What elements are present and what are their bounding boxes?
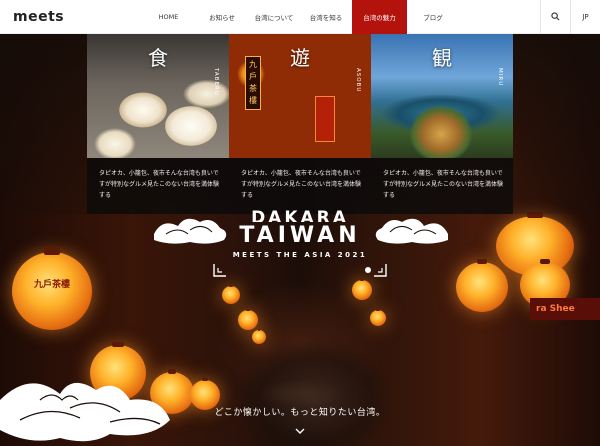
hero-subtitle: MEETS THE ASIA 2021 — [232, 251, 368, 259]
language-button[interactable]: JP — [570, 0, 600, 34]
card-romaji: MIRU — [497, 68, 503, 87]
lantern-center-1 — [222, 284, 240, 304]
nav-item-charm[interactable]: 台湾の魅力 — [352, 0, 407, 34]
card-romaji: ASOBU — [355, 68, 361, 93]
hero-tagline: どこか懐かしい。もっと知りたい台湾。 — [214, 408, 386, 418]
card-kanji: 遊 — [290, 46, 310, 70]
card-romaji: TABERU — [213, 68, 219, 96]
nav-item-news[interactable]: お知らせ — [196, 0, 248, 34]
card-asobu-redsign — [315, 96, 335, 142]
page: 九戶茶樓 ra Shee DAKARA TAIWAN MEETS THE ASI… — [0, 0, 600, 446]
logo-frame-icon — [213, 264, 387, 277]
main-nav: HOME お知らせ 台湾について 台湾を知る 台湾の魅力 ブログ — [141, 0, 459, 34]
cloud-bottom-left-icon — [0, 382, 170, 442]
card-miru[interactable]: 観 MIRU タピオカ、小籠包、夜市そんな台湾も良いですが特別なグルメ見たこのな… — [371, 34, 513, 214]
header-actions: JP — [540, 0, 600, 34]
lantern-right-small — [352, 278, 372, 300]
card-taberu[interactable]: 食 TABERU タピオカ、小籠包、夜市そんな台湾も良いですが特別なグルメ見たこ… — [87, 34, 229, 214]
card-description: タピオカ、小籠包、夜市そんな台湾も良いですが特別なグルメ見たこのない台湾を満体験… — [371, 158, 513, 214]
card-asobu[interactable]: 九戶茶樓 遊 ASOBU タピオカ、小籠包、夜市そんな台湾も良いですが特別なグル… — [229, 34, 371, 214]
chevron-down-icon[interactable] — [293, 424, 307, 438]
nav-item-learn[interactable]: 台湾を知る — [300, 0, 352, 34]
card-kanji: 観 — [432, 46, 452, 70]
card-description: タピオカ、小籠包、夜市そんな台湾も良いですが特別なグルメ見たこのない台湾を満体験… — [229, 158, 371, 214]
feature-cards: 食 TABERU タピオカ、小籠包、夜市そんな台湾も良いですが特別なグルメ見たこ… — [87, 34, 513, 214]
shop-sign: ra Shee — [530, 298, 600, 320]
lantern-center-2 — [238, 308, 258, 330]
nav-item-home[interactable]: HOME — [141, 0, 196, 34]
lantern-right-small2 — [370, 309, 386, 326]
site-header: meets HOME お知らせ 台湾について 台湾を知る 台湾の魅力 ブログ J… — [0, 0, 600, 34]
nav-item-blog[interactable]: ブログ — [407, 0, 459, 34]
card-description: タピオカ、小籠包、夜市そんな台湾も良いですが特別なグルメ見たこのない台湾を満体験… — [87, 158, 229, 214]
search-button[interactable] — [540, 0, 570, 34]
nav-item-about[interactable]: 台湾について — [248, 0, 300, 34]
lantern-right-mid — [456, 259, 508, 312]
crowd — [240, 330, 390, 446]
lantern-left-large: 九戶茶樓 — [12, 247, 92, 330]
card-kanji: 食 — [148, 46, 168, 70]
site-logo[interactable]: meets — [0, 9, 96, 25]
hero-title: TAIWAN — [239, 223, 361, 248]
hero-title-top: DAKARA — [251, 210, 349, 222]
search-icon — [551, 12, 560, 21]
